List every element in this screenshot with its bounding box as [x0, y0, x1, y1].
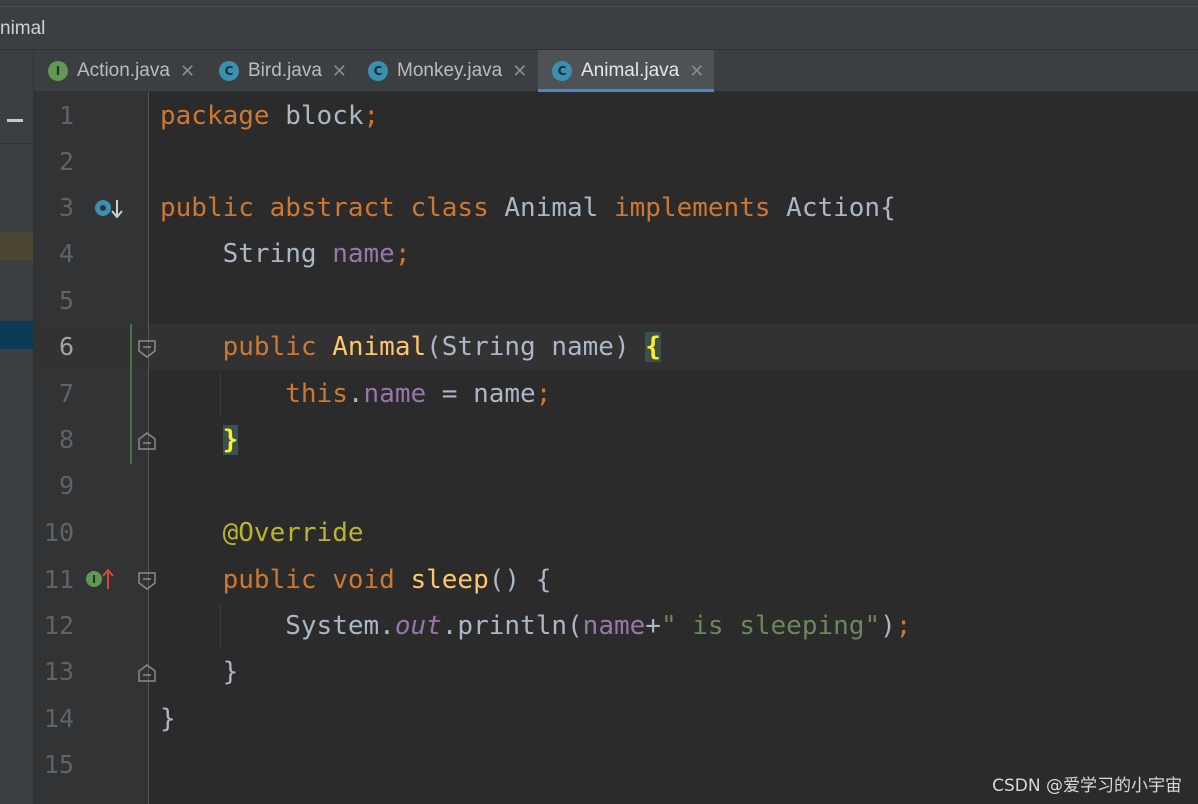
tab-label: Bird.java [248, 60, 322, 81]
line-number: 11 [43, 565, 74, 594]
code-line-12[interactable]: System.out.println(name+" is sleeping"); [160, 603, 911, 649]
line-number: 3 [58, 193, 74, 222]
class-icon: C [552, 61, 572, 81]
code-line-3[interactable]: public abstract class Animal implements … [160, 185, 896, 231]
line-number: 12 [43, 611, 74, 640]
fold-icon[interactable] [138, 572, 156, 590]
tab-label: Animal.java [581, 60, 680, 81]
code-line-14[interactable]: } [160, 696, 176, 742]
line-number: 2 [58, 147, 74, 176]
class-icon: C [219, 61, 239, 81]
watermark: CSDN @爱学习的小宇宙 [992, 776, 1182, 796]
matched-brace: { [645, 332, 661, 362]
line-number: 8 [58, 425, 74, 454]
collapse-icon[interactable] [7, 119, 23, 122]
code-line-4[interactable]: String name; [160, 231, 411, 277]
line-number: 15 [43, 750, 74, 779]
line-number: 7 [58, 379, 74, 408]
fold-end-icon[interactable] [138, 664, 156, 682]
close-icon[interactable]: ✕ [332, 61, 347, 82]
tab-label: Monkey.java [397, 60, 503, 81]
line-number: 6 [58, 332, 74, 361]
fold-icon[interactable] [138, 340, 156, 358]
code-line-10[interactable]: @Override [160, 510, 364, 556]
line-number: 14 [43, 704, 74, 733]
code-line-11[interactable]: public void sleep() { [160, 557, 552, 603]
close-icon[interactable]: ✕ [512, 61, 527, 82]
line-number: 9 [58, 471, 74, 500]
fold-end-icon[interactable] [138, 432, 156, 450]
code-line-13[interactable]: } [160, 649, 239, 695]
tab-label: Action.java [77, 60, 170, 81]
code-line-1[interactable]: package block; [160, 93, 379, 139]
interface-icon: I [48, 61, 68, 81]
project-tree-selection[interactable] [0, 321, 33, 349]
svg-text:I: I [92, 573, 96, 586]
close-icon[interactable]: ✕ [689, 61, 704, 82]
line-number: 10 [43, 518, 74, 547]
line-number: 4 [58, 239, 74, 268]
project-tool-strip [0, 50, 34, 804]
code-line-8[interactable]: } [160, 417, 239, 463]
close-icon[interactable]: ✕ [180, 61, 195, 82]
project-tree-highlight [0, 232, 33, 260]
tab-bird-java[interactable]: C Bird.java ✕ [205, 50, 351, 92]
code-line-6[interactable]: public Animal(String name) { [160, 324, 661, 370]
line-number: 13 [43, 657, 74, 686]
line-number: 5 [58, 286, 74, 315]
code-editor[interactable]: 1 2 3 4 5 6 7 8 9 10 11 12 13 14 15 I pa… [34, 92, 1198, 804]
class-icon: C [368, 61, 388, 81]
code-line-7[interactable]: this.name = name; [160, 371, 551, 417]
change-marker [130, 324, 132, 464]
tab-action-java[interactable]: I Action.java ✕ [34, 50, 202, 92]
window-title: nimal [0, 18, 46, 39]
line-number: 1 [58, 101, 74, 130]
tab-monkey-java[interactable]: C Monkey.java ✕ [354, 50, 534, 92]
tab-animal-java[interactable]: C Animal.java ✕ [538, 50, 714, 93]
implements-interface-icon[interactable] [94, 197, 124, 221]
matched-brace: } [222, 425, 239, 455]
title-bar: nimal [0, 0, 1198, 50]
editor-tab-bar: I Action.java ✕ C Bird.java ✕ C Monkey.j… [34, 50, 1198, 93]
overrides-method-icon[interactable]: I [84, 566, 116, 592]
